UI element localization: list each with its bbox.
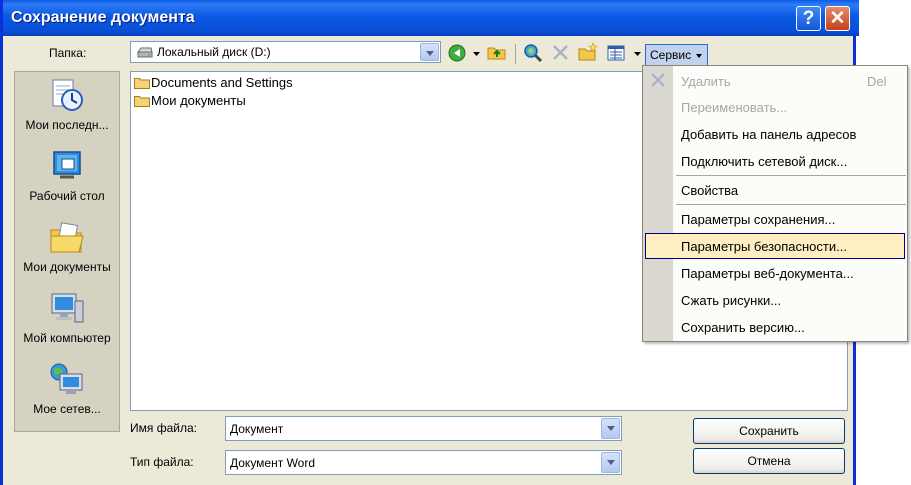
menu-item-delete[interactable]: Удалить Del bbox=[645, 68, 905, 94]
tools-menu-button[interactable]: Сервис bbox=[645, 44, 708, 66]
delete-icon[interactable] bbox=[550, 43, 572, 63]
window-title: Сохранение документа bbox=[11, 9, 195, 26]
place-recent[interactable]: Мои последн... bbox=[15, 78, 119, 140]
menu-item-save-version[interactable]: Сохранить версию... bbox=[645, 314, 905, 340]
tools-menu-label: Сервис bbox=[650, 48, 692, 62]
place-label: Мои последн... bbox=[25, 118, 109, 132]
save-button[interactable]: Сохранить bbox=[693, 418, 845, 444]
search-web-icon[interactable] bbox=[522, 43, 544, 63]
close-button[interactable]: ✕ bbox=[825, 6, 850, 31]
title-bar[interactable]: Сохранение документа ? ✕ bbox=[3, 0, 859, 36]
recent-documents-icon bbox=[52, 79, 83, 111]
menu-item-compress-pictures[interactable]: Сжать рисунки... bbox=[645, 287, 905, 313]
folder-icon bbox=[134, 96, 150, 107]
file-name: Мои документы bbox=[151, 93, 246, 108]
chevron-down-icon[interactable] bbox=[601, 452, 620, 473]
menu-separator bbox=[676, 175, 906, 176]
filetype-select[interactable]: Документ Word bbox=[225, 450, 622, 475]
menu-item-properties[interactable]: Свойства bbox=[645, 177, 905, 203]
menu-item-rename[interactable]: Переименовать... bbox=[645, 94, 905, 120]
menu-item-add-to-places[interactable]: Добавить на панель адресов bbox=[645, 121, 905, 147]
my-computer-icon bbox=[51, 293, 84, 323]
filename-value: Документ bbox=[230, 422, 284, 436]
place-my-documents[interactable]: Мои документы bbox=[15, 220, 119, 282]
menu-item-label: Подключить сетевой диск... bbox=[681, 154, 848, 169]
hard-drive-icon bbox=[137, 47, 153, 58]
cancel-button[interactable]: Отмена bbox=[693, 448, 845, 474]
menu-item-label: Сохранить версию... bbox=[681, 320, 805, 335]
desktop-icon bbox=[53, 151, 81, 179]
places-bar: Мои последн... Рабочий стол Мои документ… bbox=[14, 71, 120, 432]
lookin-combo[interactable]: Локальный диск (D:) bbox=[130, 41, 441, 63]
folder-icon bbox=[134, 78, 150, 89]
chevron-down-icon[interactable] bbox=[420, 43, 439, 61]
filename-label: Имя файла: bbox=[130, 421, 197, 435]
menu-item-label: Добавить на панель адресов bbox=[681, 127, 857, 142]
menu-item-label: Параметры сохранения... bbox=[681, 212, 836, 227]
menu-item-label: Свойства bbox=[681, 183, 739, 198]
menu-item-save-options[interactable]: Параметры сохранения... bbox=[645, 206, 905, 232]
lookin-label: Папка: bbox=[49, 46, 87, 60]
new-folder-icon[interactable] bbox=[577, 42, 599, 62]
cancel-button-label: Отмена bbox=[747, 454, 791, 468]
menu-item-map-drive[interactable]: Подключить сетевой диск... bbox=[645, 148, 905, 174]
menu-item-shortcut: Del bbox=[867, 74, 887, 89]
menu-item-label: Параметры веб-документа... bbox=[681, 266, 854, 281]
menu-item-label: Сжать рисунки... bbox=[681, 293, 782, 308]
place-desktop[interactable]: Рабочий стол bbox=[15, 149, 119, 211]
place-label: Мои документы bbox=[23, 260, 111, 274]
place-label: Рабочий стол bbox=[29, 189, 105, 203]
toolbar-separator bbox=[515, 44, 516, 64]
place-my-computer[interactable]: Мой компьютер bbox=[15, 291, 119, 353]
chevron-down-icon[interactable] bbox=[601, 418, 620, 439]
back-dropdown-icon[interactable] bbox=[473, 52, 480, 56]
menu-item-label: Переименовать... bbox=[681, 100, 788, 115]
place-label: Мое сетев... bbox=[33, 402, 101, 416]
filetype-label: Тип файла: bbox=[130, 455, 194, 469]
help-button[interactable]: ? bbox=[796, 6, 821, 31]
filename-input[interactable]: Документ bbox=[225, 416, 622, 441]
views-icon[interactable] bbox=[606, 43, 628, 63]
save-button-label: Сохранить bbox=[739, 424, 799, 438]
network-places-icon bbox=[50, 363, 83, 394]
menu-item-label: Параметры безопасности... bbox=[681, 239, 847, 254]
menu-item-label: Удалить bbox=[681, 74, 731, 89]
place-label: Мой компьютер bbox=[23, 331, 111, 345]
place-network[interactable]: Мое сетев... bbox=[15, 362, 119, 424]
menu-item-web-options[interactable]: Параметры веб-документа... bbox=[645, 260, 905, 286]
lookin-value: Локальный диск (D:) bbox=[157, 45, 271, 59]
menu-separator bbox=[676, 204, 906, 205]
file-name: Documents and Settings bbox=[151, 75, 293, 90]
menu-item-security-options[interactable]: Параметры безопасности... bbox=[645, 233, 905, 259]
my-documents-icon bbox=[50, 222, 84, 253]
back-icon[interactable] bbox=[447, 43, 469, 63]
filetype-value: Документ Word bbox=[230, 456, 316, 470]
up-folder-icon[interactable] bbox=[486, 42, 508, 62]
views-dropdown-icon[interactable] bbox=[634, 52, 641, 56]
tools-menu: Удалить Del Переименовать... Добавить на… bbox=[642, 65, 908, 342]
